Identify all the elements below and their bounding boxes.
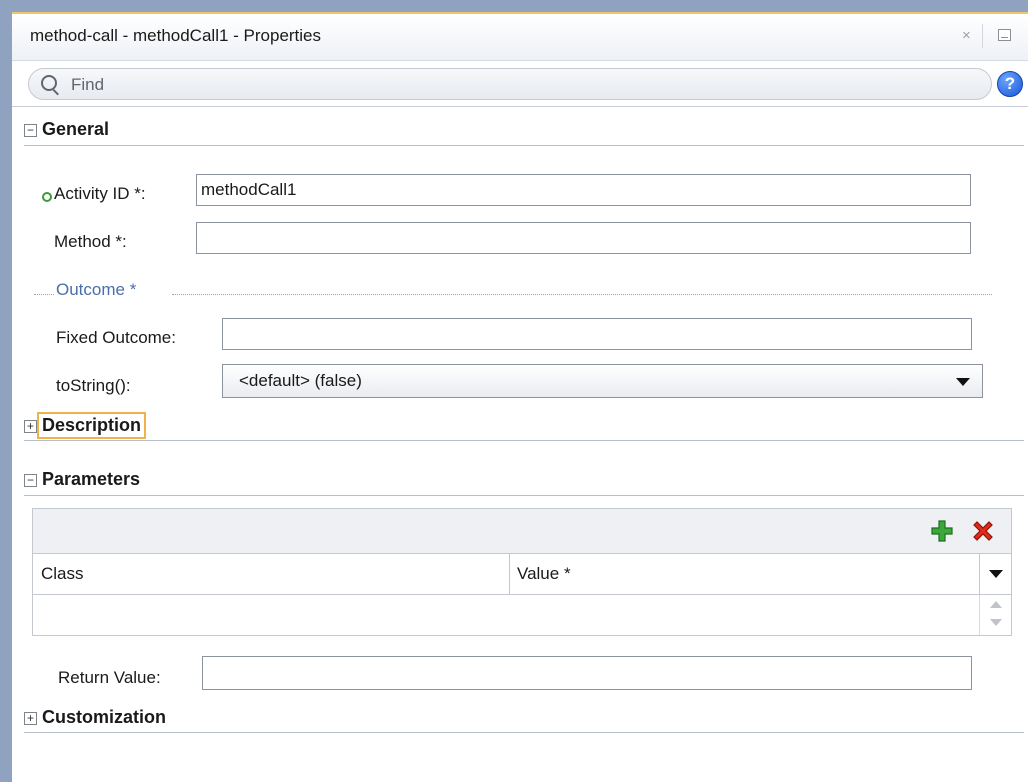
column-divider[interactable] xyxy=(509,554,510,594)
outcome-group-label: Outcome * xyxy=(56,280,137,299)
window-left-frame xyxy=(0,0,12,782)
panel-divider xyxy=(12,106,1028,107)
dropdown-arrow-icon[interactable] xyxy=(956,378,970,386)
section-parameters-title[interactable]: Parameters xyxy=(42,469,140,490)
panel-titlebar: method-call - methodCall1 - Properties × xyxy=(12,14,1028,61)
section-description-title[interactable]: Description xyxy=(36,412,147,439)
search-bar xyxy=(28,68,992,100)
scroll-up-icon[interactable] xyxy=(990,601,1002,608)
window-top-strip xyxy=(0,0,1028,12)
parameters-table: Class Value * xyxy=(32,508,1012,636)
section-general-title[interactable]: General xyxy=(42,119,109,140)
section-customization-divider xyxy=(24,732,1024,733)
to-string-select[interactable]: <default> (false) xyxy=(222,364,983,398)
collapse-toggle-icon[interactable]: − xyxy=(24,124,37,137)
method-label: Method *: xyxy=(54,232,127,251)
search-icon[interactable] xyxy=(41,75,57,91)
method-field[interactable] xyxy=(196,222,971,254)
status-indicator-icon xyxy=(42,192,52,202)
help-icon[interactable]: ? xyxy=(997,71,1023,97)
close-icon[interactable]: × xyxy=(962,27,971,44)
section-general-divider xyxy=(24,145,1024,146)
fixed-outcome-field[interactable] xyxy=(222,318,972,350)
parameters-table-body[interactable] xyxy=(33,595,1011,635)
parameters-table-header: Class Value * xyxy=(33,554,1011,595)
to-string-selected-value: <default> (false) xyxy=(239,371,362,390)
collapse-toggle-icon[interactable]: − xyxy=(24,474,37,487)
delete-icon[interactable] xyxy=(971,519,995,543)
table-scrollbar[interactable] xyxy=(979,595,1012,635)
section-customization-title[interactable]: Customization xyxy=(42,707,166,728)
properties-panel: method-call - methodCall1 - Properties ×… xyxy=(12,12,1028,784)
column-menu-icon[interactable] xyxy=(979,554,1012,594)
outcome-group-line-right xyxy=(172,294,992,295)
expand-toggle-icon[interactable]: + xyxy=(24,420,37,433)
activity-id-label: Activity ID *: xyxy=(54,184,146,203)
column-header-class[interactable]: Class xyxy=(41,564,84,584)
expand-toggle-icon[interactable]: + xyxy=(24,712,37,725)
add-icon[interactable] xyxy=(930,519,954,543)
activity-id-field[interactable] xyxy=(196,174,971,206)
column-header-value[interactable]: Value * xyxy=(517,564,571,584)
minimize-icon[interactable] xyxy=(998,29,1011,41)
section-description-divider xyxy=(24,440,1024,441)
fixed-outcome-label: Fixed Outcome: xyxy=(56,328,176,347)
panel-title: method-call - methodCall1 - Properties xyxy=(30,26,322,45)
titlebar-divider xyxy=(982,24,983,48)
search-input[interactable] xyxy=(69,73,973,97)
scroll-down-icon[interactable] xyxy=(990,619,1002,626)
return-value-label: Return Value: xyxy=(58,668,161,687)
parameters-table-toolbar xyxy=(33,509,1011,554)
section-parameters-divider xyxy=(24,495,1024,496)
outcome-group-line-left xyxy=(34,294,54,295)
return-value-field[interactable] xyxy=(202,656,972,690)
to-string-label: toString(): xyxy=(56,376,131,395)
